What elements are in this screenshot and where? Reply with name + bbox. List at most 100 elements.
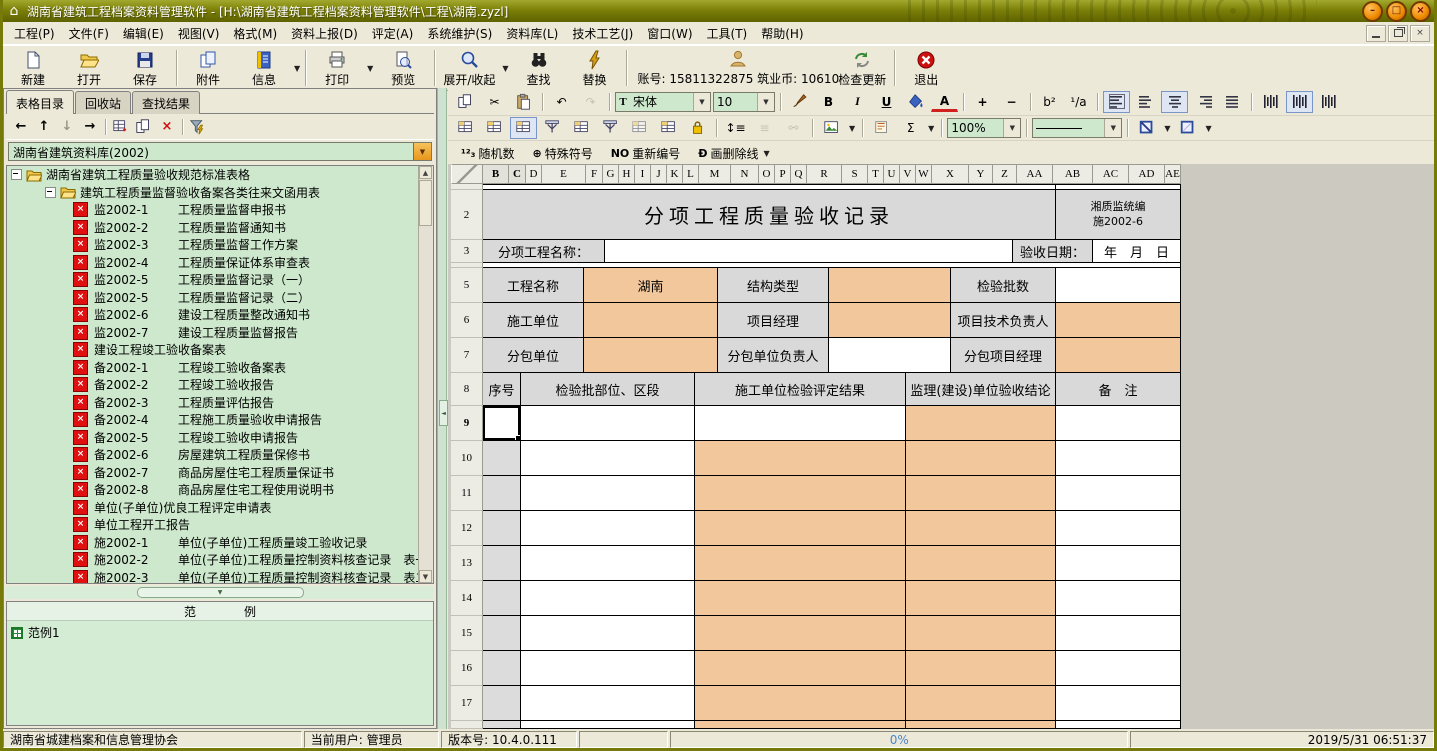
replace-button[interactable]: 替换 xyxy=(567,49,623,88)
tree-item[interactable]: × 备2002-4 工程施工质量验收申请报告 xyxy=(7,411,419,429)
copy-button[interactable] xyxy=(452,91,479,113)
sheet-cell[interactable]: 施工单位 xyxy=(483,303,584,338)
tab-回收站[interactable]: 回收站 xyxy=(75,91,131,114)
tree-item[interactable]: × 监2002-5 工程质量监督记录（二） xyxy=(7,289,419,307)
sheet-cell[interactable] xyxy=(906,686,1056,721)
menu-item-5[interactable]: 资料上报(D) xyxy=(284,22,365,45)
column-header-C[interactable]: C xyxy=(509,164,526,184)
column-header-X[interactable]: X xyxy=(932,164,969,184)
nav-right-button[interactable]: → xyxy=(80,117,100,136)
sheet-cell[interactable] xyxy=(483,476,521,511)
selected-cell[interactable] xyxy=(483,406,521,441)
vertical-splitter[interactable]: ◄ xyxy=(437,88,447,729)
row-header-12[interactable]: 12 xyxy=(451,511,483,546)
row-header-3[interactable]: 3 xyxy=(451,240,483,263)
delete-row-button[interactable] xyxy=(597,117,624,139)
tree-item[interactable]: × 施2002-3 单位(子单位)工程质量控制资料核查记录 表二 xyxy=(7,569,419,584)
row-header-11[interactable]: 11 xyxy=(451,476,483,511)
tree-item[interactable]: × 施2002-1 单位(子单位)工程质量竣工验收记录 xyxy=(7,534,419,552)
row-header-10[interactable]: 10 xyxy=(451,441,483,476)
row-header-x[interactable] xyxy=(451,721,483,729)
column-header-V[interactable]: V xyxy=(900,164,916,184)
row-header-13[interactable]: 13 xyxy=(451,546,483,581)
sheet-cell[interactable] xyxy=(1056,651,1181,686)
font-color-button[interactable]: A xyxy=(931,91,958,112)
fraction-button[interactable]: ¹/a xyxy=(1065,91,1092,113)
increase-button[interactable]: + xyxy=(969,91,996,113)
sheet-cell[interactable] xyxy=(1056,303,1181,338)
tree-item[interactable]: × 备2002-7 商品房屋住宅工程质量保证书 xyxy=(7,464,419,482)
tree-item[interactable]: × 备2002-5 工程竣工验收申请报告 xyxy=(7,429,419,447)
row-header-9[interactable]: 9 xyxy=(451,406,483,441)
insert-image-button[interactable] xyxy=(818,117,845,139)
row-header-16[interactable]: 16 xyxy=(451,651,483,686)
column-header-R[interactable]: R xyxy=(807,164,842,184)
sheet-cell[interactable]: 工程名称 xyxy=(483,268,584,303)
sheet-cell[interactable] xyxy=(521,651,695,686)
sheet-cell[interactable] xyxy=(695,546,906,581)
sheet-cell[interactable] xyxy=(521,476,695,511)
expand-collapse-button[interactable]: 展开/收起 xyxy=(438,49,500,88)
column-header-AC[interactable]: AC xyxy=(1093,164,1129,184)
column-header-AB[interactable]: AB xyxy=(1053,164,1093,184)
zoom-select[interactable]: 100% ▼ xyxy=(947,118,1021,138)
menu-item-10[interactable]: 窗口(W) xyxy=(640,22,699,45)
merge-cell-button[interactable] xyxy=(568,117,595,139)
mdi-minimize-button[interactable] xyxy=(1366,25,1386,42)
chevron-down-icon[interactable]: ▼ xyxy=(764,149,770,158)
font-size-select[interactable]: 10 ▼ xyxy=(713,92,775,112)
undo-button[interactable]: ↶ xyxy=(548,91,575,113)
library-select-arrow-icon[interactable]: ▼ xyxy=(413,143,431,160)
sheet-cell[interactable] xyxy=(483,546,521,581)
menu-item-3[interactable]: 视图(V) xyxy=(171,22,227,45)
renumber-button[interactable]: NO 重新编号 xyxy=(602,143,690,165)
shade-cell-button[interactable] xyxy=(626,117,653,139)
sheet-cell[interactable] xyxy=(695,616,906,651)
close-button[interactable]: × xyxy=(1410,1,1431,22)
row-header-7[interactable]: 7 xyxy=(451,338,483,373)
sheet-cell[interactable]: 分项工程质量验收记录 xyxy=(483,190,1056,240)
lock-cell-button[interactable] xyxy=(684,117,711,139)
sheet-cell[interactable] xyxy=(829,303,951,338)
sheet-cell[interactable]: 分项工程名称： xyxy=(483,240,605,263)
strikeout-button[interactable]: Ð 画删除线 ▼ xyxy=(689,143,780,165)
paste-button[interactable] xyxy=(510,91,537,113)
sheet-cell[interactable] xyxy=(906,581,1056,616)
fill-color-button[interactable] xyxy=(902,91,929,113)
sheet-cell[interactable]: 年 月 日 xyxy=(1093,240,1181,263)
scroll-down-icon[interactable]: ▼ xyxy=(419,570,432,583)
sheet-corner[interactable] xyxy=(451,164,483,184)
chevron-down-icon[interactable]: ▼ xyxy=(1104,119,1121,137)
menu-item-11[interactable]: 工具(T) xyxy=(700,22,755,45)
tree-item[interactable]: × 施2002-2 单位(子单位)工程质量控制资料核查记录 表一 xyxy=(7,551,419,569)
chevron-down-icon[interactable]: ▼ xyxy=(757,93,774,111)
delete-table-button[interactable]: × xyxy=(157,117,177,136)
menu-item-8[interactable]: 资料库(L) xyxy=(499,22,565,45)
sheet-cell[interactable]: 备 注 xyxy=(1056,373,1181,406)
align-center-button[interactable] xyxy=(1161,91,1188,113)
sheet-cell[interactable]: 监理(建设)单位验收结论 xyxy=(906,373,1056,406)
menu-item-1[interactable]: 文件(F) xyxy=(62,22,116,45)
sheet-cell[interactable] xyxy=(521,546,695,581)
menu-item-2[interactable]: 编辑(E) xyxy=(116,22,171,45)
table-calc-button[interactable] xyxy=(655,117,682,139)
collapse-icon[interactable] xyxy=(11,169,22,180)
sheet-cell[interactable] xyxy=(695,406,906,441)
sheet-cell[interactable] xyxy=(1056,686,1181,721)
tab-表格目录[interactable]: 表格目录 xyxy=(6,90,74,114)
column-header-H[interactable]: H xyxy=(619,164,635,184)
chevron-down-icon[interactable]: ▼ xyxy=(1164,124,1170,133)
sheet-cell[interactable] xyxy=(521,511,695,546)
insert-col-left-button[interactable] xyxy=(452,117,479,139)
sheet-cell[interactable] xyxy=(483,721,521,729)
vertical-text-right-button[interactable] xyxy=(1315,91,1342,113)
column-header-Z[interactable]: Z xyxy=(993,164,1017,184)
mdi-restore-button[interactable] xyxy=(1388,25,1408,42)
column-header-Q[interactable]: Q xyxy=(791,164,807,184)
sheet-cell[interactable] xyxy=(1056,546,1181,581)
collapse-icon[interactable] xyxy=(45,187,56,198)
sheet-cell[interactable] xyxy=(1056,476,1181,511)
border-diagonal-button[interactable] xyxy=(1133,117,1160,139)
tree-item[interactable]: × 监2002-4 工程质量保证体系审查表 xyxy=(7,254,419,272)
row-header-15[interactable]: 15 xyxy=(451,616,483,651)
